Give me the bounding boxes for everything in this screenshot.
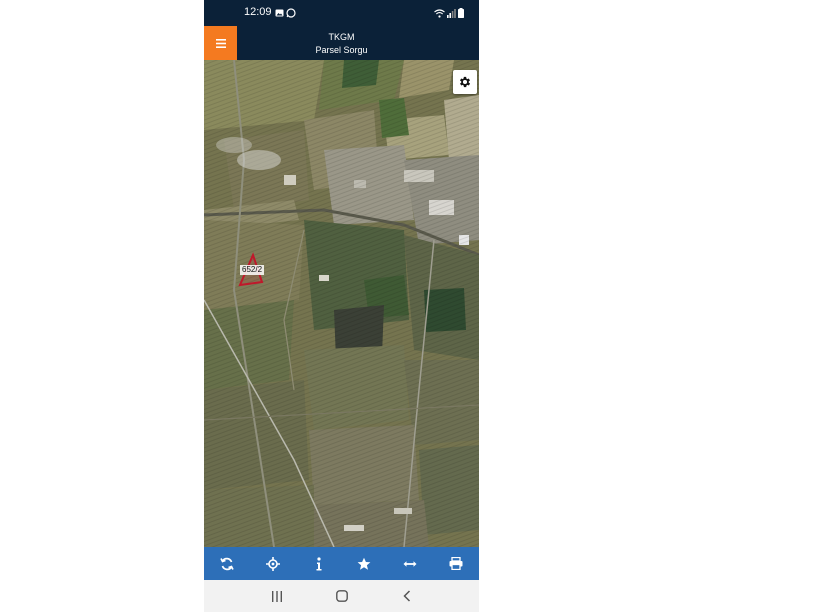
measure-button[interactable]	[395, 549, 425, 579]
app-header: TKGM Parsel Sorgu	[204, 26, 479, 60]
back-button[interactable]	[392, 584, 422, 608]
print-button[interactable]	[441, 549, 471, 579]
system-navigation-bar	[204, 580, 479, 612]
image-icon	[275, 9, 284, 17]
info-icon	[316, 556, 322, 570]
measure-icon	[403, 560, 417, 567]
recent-apps-icon	[271, 590, 282, 602]
satellite-imagery	[204, 60, 479, 547]
status-time: 12:09	[244, 6, 272, 18]
satellite-map[interactable]: 652/2	[204, 60, 479, 547]
status-bar: 12:09	[204, 0, 479, 26]
refresh-icon	[220, 557, 234, 570]
page-subtitle: Parsel Sorgu	[315, 45, 368, 55]
star-icon	[357, 557, 371, 570]
locate-icon	[265, 556, 280, 571]
favorites-button[interactable]	[349, 549, 379, 579]
locate-button[interactable]	[258, 549, 288, 579]
refresh-button[interactable]	[212, 549, 242, 579]
phone-screen: 12:09 TKGM Parsel Sorgu 652/2	[204, 0, 479, 612]
whatsapp-icon	[286, 8, 296, 18]
home-button[interactable]	[327, 584, 357, 608]
battery-icon	[458, 8, 464, 18]
info-button[interactable]	[304, 549, 334, 579]
page-title: TKGM	[328, 32, 355, 42]
bottom-toolbar	[204, 547, 479, 580]
back-icon	[402, 590, 410, 602]
gear-icon	[459, 76, 471, 88]
parcel-label[interactable]: 652/2	[240, 265, 265, 275]
settings-button[interactable]	[453, 70, 477, 94]
recent-apps-button[interactable]	[262, 584, 292, 608]
wifi-icon	[434, 9, 445, 18]
signal-icon	[447, 9, 456, 18]
home-icon	[335, 590, 348, 602]
print-icon	[449, 557, 463, 570]
